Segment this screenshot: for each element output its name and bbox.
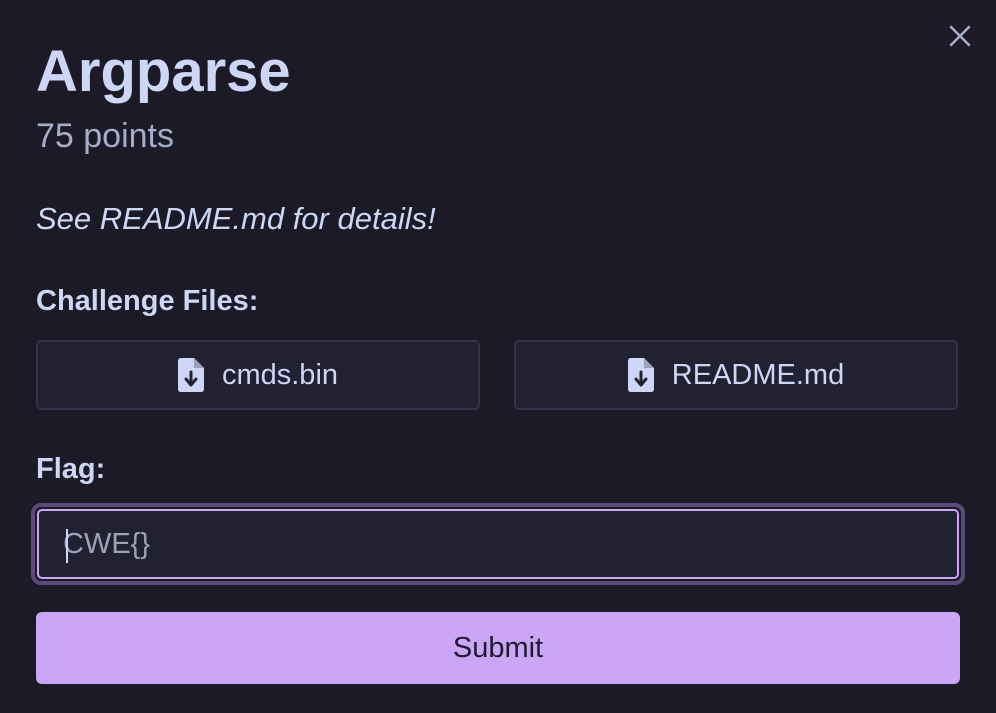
text-caret xyxy=(66,529,68,563)
file-download-button-readme-md[interactable]: README.md xyxy=(514,340,958,410)
challenge-files-label: Challenge Files: xyxy=(36,285,259,317)
close-icon xyxy=(949,25,971,47)
file-download-icon xyxy=(177,358,204,392)
file-download-icon xyxy=(627,358,654,392)
file-name: cmds.bin xyxy=(221,359,339,391)
challenge-description: See README.md for details! xyxy=(36,201,436,236)
submit-button[interactable]: Submit xyxy=(36,612,960,684)
challenge-title: Argparse xyxy=(36,39,291,104)
challenge-points: 75 points xyxy=(36,117,174,155)
flag-input[interactable] xyxy=(37,509,959,579)
flag-input-focus-ring xyxy=(31,503,965,585)
file-download-button-cmds-bin[interactable]: cmds.bin xyxy=(36,340,480,410)
close-button[interactable] xyxy=(946,22,974,50)
flag-label: Flag: xyxy=(36,453,106,485)
file-name: README.md xyxy=(671,359,845,391)
